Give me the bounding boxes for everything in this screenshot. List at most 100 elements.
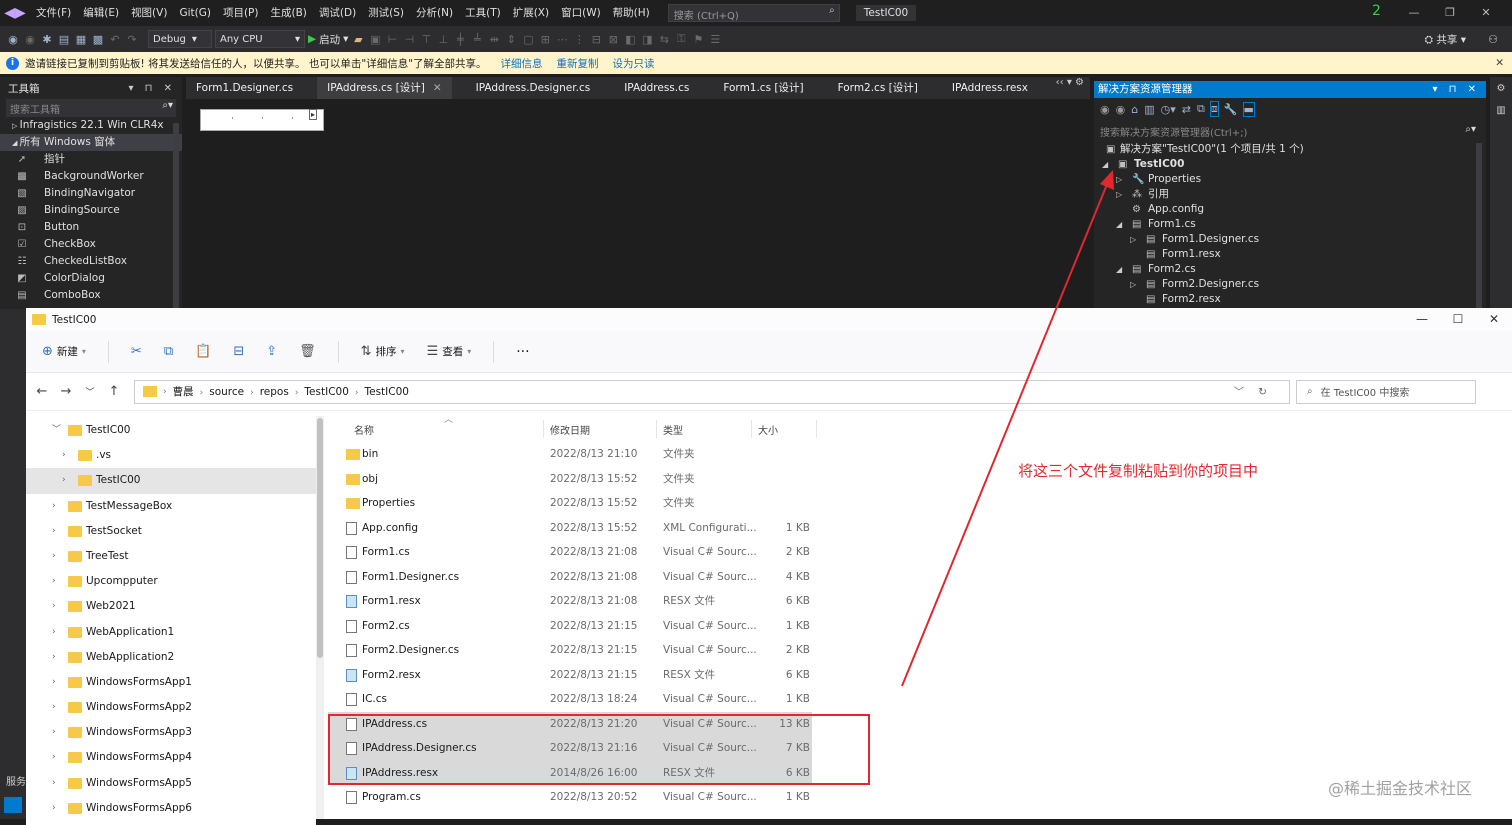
chevron-right-icon[interactable]: ›	[52, 745, 56, 770]
grid-icon[interactable]: ⊞	[538, 33, 552, 46]
column-divider[interactable]	[816, 420, 817, 438]
config-select[interactable]: Debug ▾	[148, 30, 212, 48]
solution-tree-node[interactable]: ⚙ App.config	[1094, 202, 1486, 217]
send-back-icon[interactable]: ◨	[640, 33, 654, 46]
platform-select[interactable]: Any CPU ▾	[215, 30, 305, 48]
nav-item[interactable]: ﹀ TestIC00	[26, 418, 316, 443]
align-left-icon[interactable]: ⊢	[385, 33, 399, 46]
nav-item[interactable]: › TreeTest	[26, 544, 316, 569]
menu-item[interactable]: 视图(V)	[125, 0, 173, 26]
file-row[interactable]: Form2.Designer.cs 2022/8/13 21:15 Visual C…	[328, 638, 888, 663]
editor-tab[interactable]: Form2.cs [设计]	[828, 77, 928, 99]
solution-tree-node[interactable]: ▤ Form2.resx	[1094, 292, 1486, 307]
notification-count[interactable]: 2	[1372, 3, 1381, 19]
menu-item[interactable]: 扩展(X)	[507, 0, 555, 26]
more-button[interactable]: ···	[516, 344, 529, 360]
column-date[interactable]: 修改日期	[550, 422, 590, 437]
chevron-right-icon[interactable]: ›	[62, 468, 66, 493]
details-link[interactable]: 详细信息	[501, 56, 543, 71]
close-icon[interactable]: ✕	[1476, 308, 1512, 331]
solution-tree-node[interactable]: ▷ ▤ Form2.Designer.cs	[1094, 277, 1486, 292]
breadcrumb-item[interactable]: repos	[260, 386, 289, 398]
back-icon[interactable]: ◉	[6, 33, 20, 46]
show-all-icon[interactable]: ⧈	[1209, 101, 1219, 117]
sync-icon[interactable]: ⇄	[1182, 103, 1191, 116]
toolbox-search-input[interactable]: 搜索工具箱 ⌕▾	[6, 99, 176, 117]
panel-controls[interactable]: ▾ ⊓ ✕	[1432, 81, 1480, 98]
column-size[interactable]: 大小	[758, 422, 778, 437]
toolbox-group[interactable]: ▷ Infragistics 22.1 Win CLR4x	[0, 117, 182, 134]
hspace-icon[interactable]: ⋯	[555, 33, 569, 46]
center-h-icon[interactable]: ⊟	[589, 33, 603, 46]
editor-tab[interactable]: Form1.cs [设计]	[713, 77, 813, 99]
folder-icon[interactable]: ▰	[351, 33, 365, 46]
forward-icon[interactable]: →	[54, 384, 78, 399]
menu-item[interactable]: 分析(N)	[410, 0, 459, 26]
menu-item[interactable]: 工具(T)	[459, 0, 507, 26]
undo-icon[interactable]: ↶	[108, 33, 122, 46]
back-icon[interactable]: ←	[30, 384, 54, 399]
menu-item[interactable]: 生成(B)	[264, 0, 312, 26]
open-icon[interactable]: ▤	[57, 33, 71, 46]
expand-arrow-icon[interactable]: ▷	[1130, 277, 1136, 292]
redo-icon[interactable]: ↷	[125, 33, 139, 46]
nav-item[interactable]: › WindowsFormsApp4	[26, 745, 316, 770]
bookmark-icon[interactable]: ⚑	[691, 33, 705, 46]
file-row[interactable]: Form2.resx 2022/8/13 21:15 RESX 文件 6 KB	[328, 663, 888, 688]
editor-tab[interactable]: IPAddress.resx	[942, 77, 1038, 99]
toolbox-item[interactable]: ➚ 指针	[0, 151, 182, 168]
solution-tree-node[interactable]: ▤ Form1.resx	[1094, 247, 1486, 262]
solution-tree-node[interactable]: ◢ ▤ Form2.cs	[1094, 262, 1486, 277]
collapse-icon[interactable]: ⧉	[1197, 102, 1205, 116]
close-icon[interactable]: ✕	[1468, 0, 1504, 26]
same-size-icon[interactable]: ▢	[521, 33, 535, 46]
file-row[interactable]: Form1.resx 2022/8/13 21:08 RESX 文件 6 KB	[328, 589, 888, 614]
chevron-right-icon[interactable]: ›	[52, 594, 56, 619]
same-width-icon[interactable]: ⇹	[487, 33, 501, 46]
toolbox-item[interactable]: ☑ CheckBox	[0, 236, 182, 253]
solution-tree-node[interactable]: ▷ ⁂ 引用	[1094, 187, 1486, 202]
sort-button[interactable]: ⇅ 排序 ▾	[361, 344, 405, 359]
nav-scroll-thumb[interactable]	[317, 418, 323, 658]
breadcrumb-item[interactable]: TestIC00	[365, 386, 409, 398]
file-row[interactable]: bin 2022/8/13 21:10 文件夹	[328, 442, 888, 467]
editor-tab[interactable]: IPAddress.cs	[614, 77, 699, 99]
save-icon[interactable]: ▦	[74, 33, 88, 46]
same-height-icon[interactable]: ⇕	[504, 33, 518, 46]
align-bottom-icon[interactable]: ╧	[470, 33, 484, 46]
file-row[interactable]: IPAddress.Designer.cs 2022/8/13 21:16 Visu…	[328, 736, 812, 761]
copy-button[interactable]: ⧉	[164, 344, 173, 359]
file-row[interactable]: IPAddress.cs 2022/8/13 21:20 Visual C# Sou…	[328, 711, 812, 736]
share-button[interactable]: ⇪	[266, 344, 277, 359]
solution-tree-node[interactable]: ◢ ▤ Form1.cs	[1094, 217, 1486, 232]
nav-item[interactable]: › TestSocket	[26, 519, 316, 544]
file-row[interactable]: Properties 2022/8/13 15:52 文件夹	[328, 491, 888, 516]
solution-node[interactable]: ▣ 解决方案"TestIC00"(1 个项目/共 1 个)	[1094, 142, 1486, 157]
comment-icon[interactable]: ☰	[708, 33, 722, 46]
server-explorer-tab[interactable]: 服务	[6, 773, 26, 788]
toolbox-item[interactable]: ◩ ColorDialog	[0, 270, 182, 287]
history-icon[interactable]: ◷▾	[1161, 103, 1176, 116]
column-divider[interactable]	[751, 420, 752, 438]
editor-tab[interactable]: IPAddress.cs [设计] ✕	[317, 77, 452, 99]
align-right-icon[interactable]: ⊤	[419, 33, 433, 46]
rename-button[interactable]: ⊟	[233, 344, 244, 359]
vs-search-input[interactable]: 搜索 (Ctrl+Q) ⌕	[667, 4, 840, 22]
toolbox-group[interactable]: ◢ 所有 Windows 窗体	[0, 134, 182, 151]
solution-tree-node[interactable]: ▷ 🔧 Properties	[1094, 172, 1486, 187]
smart-tag-icon[interactable]: ▸	[309, 109, 318, 120]
solution-search-input[interactable]: 搜索解决方案资源管理器(Ctrl+;) ⌕▾	[1098, 122, 1482, 140]
tab-overflow-icon[interactable]: ‹‹ ▾ ⚙	[1056, 77, 1084, 88]
view-button[interactable]: ☰ 查看 ▾	[427, 344, 472, 359]
file-row[interactable]: IPAddress.resx 2014/8/26 16:00 RESX 文件 6 KB	[328, 760, 812, 785]
expand-arrow-icon[interactable]: ▷	[1116, 172, 1122, 187]
paste-button[interactable]: 📋	[195, 344, 211, 359]
align-top-icon[interactable]: ⊥	[436, 33, 450, 46]
forward-icon[interactable]: ◉	[1116, 103, 1126, 116]
nav-item[interactable]: › TestIC00	[26, 468, 316, 494]
readonly-link[interactable]: 设为只读	[613, 56, 655, 71]
nav-item[interactable]: › WindowsFormsApp1	[26, 670, 316, 695]
back-icon[interactable]: ◉	[1100, 103, 1110, 116]
column-type[interactable]: 类型	[663, 422, 683, 437]
chevron-down-icon[interactable]: ﹀	[52, 418, 61, 443]
